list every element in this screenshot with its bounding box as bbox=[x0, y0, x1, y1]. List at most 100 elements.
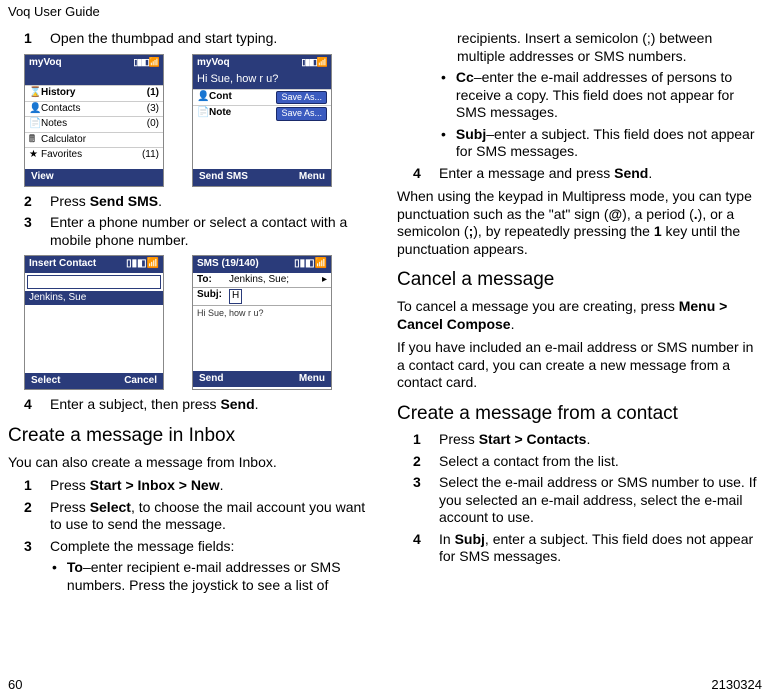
paragraph: You can also create a message from Inbox… bbox=[8, 454, 373, 472]
txt: ), a period ( bbox=[622, 206, 694, 222]
contact-step-4: 4 In Subj, enter a subject. This field d… bbox=[413, 531, 762, 566]
msg-body: Hi Sue, how r u? bbox=[193, 306, 331, 321]
step-num: 3 bbox=[24, 214, 38, 249]
step-num: 2 bbox=[413, 453, 427, 471]
bullet-continuation: recipients. Insert a semicolon (;) betwe… bbox=[457, 30, 762, 65]
txt: Enter a subject, then press bbox=[50, 396, 220, 412]
softkey-left: View bbox=[31, 171, 54, 184]
subj-value: H bbox=[229, 289, 242, 304]
txt: . bbox=[220, 477, 224, 493]
page-number: 60 bbox=[8, 677, 22, 693]
step-num: 3 bbox=[413, 474, 427, 527]
txt: –enter the e-mail addresses of persons t… bbox=[456, 69, 734, 120]
bold-term: Start > Contacts bbox=[479, 431, 587, 447]
calculator-icon: 🖩 bbox=[29, 134, 41, 147]
bullet-text: To–enter recipient e-mail addresses or S… bbox=[67, 559, 373, 594]
notes-icon: 📄 bbox=[197, 107, 209, 120]
row-val: (3) bbox=[147, 103, 159, 116]
contacts-icon: 👤 bbox=[197, 91, 209, 104]
row-label: Calculator bbox=[41, 134, 86, 145]
signal-icon: ▯▮◧📶 bbox=[301, 57, 327, 70]
multipress-paragraph: When using the keypad in Multipress mode… bbox=[397, 188, 762, 258]
txt: Press bbox=[50, 477, 90, 493]
row-val: (11) bbox=[142, 149, 159, 162]
at-sign: @ bbox=[609, 206, 623, 222]
step-text: Select a contact from the list. bbox=[439, 453, 619, 471]
step-text: Enter a phone number or select a contact… bbox=[50, 214, 373, 249]
bullet-dot-icon: • bbox=[441, 126, 446, 161]
bullet-subj: • Subj–enter a subject. This field does … bbox=[441, 126, 762, 161]
to-value: Jenkins, Sue; bbox=[229, 274, 289, 287]
step-2: 2 Press Send SMS. bbox=[24, 193, 373, 211]
bullet-text: Subj–enter a subject. This field does no… bbox=[456, 126, 762, 161]
compose-text: Hi Sue, how r u? bbox=[193, 71, 331, 89]
step-text: Enter a message and press Send. bbox=[439, 165, 652, 183]
txt: . bbox=[255, 396, 259, 412]
step-num: 1 bbox=[24, 30, 38, 48]
step-num: 4 bbox=[413, 165, 427, 183]
signal-icon: ▯▮◧📶 bbox=[126, 258, 159, 271]
step-num: 2 bbox=[24, 193, 38, 211]
txt: Enter a message and press bbox=[439, 165, 614, 181]
inbox-step-4: 4 Enter a message and press Send. bbox=[413, 165, 762, 183]
signal-icon: ▯▮◧📶 bbox=[133, 57, 159, 70]
txt: Press bbox=[439, 431, 479, 447]
column-left: 1 Open the thumbpad and start typing. my… bbox=[8, 30, 373, 672]
step-1: 1 Open the thumbpad and start typing. bbox=[24, 30, 373, 48]
row-label: Favorites bbox=[41, 149, 82, 160]
phone-title: SMS (19/140) bbox=[197, 258, 259, 271]
txt: To cancel a message you are creating, pr… bbox=[397, 298, 679, 314]
bold-term: Cc bbox=[456, 69, 474, 85]
paragraph: If you have included an e-mail address o… bbox=[397, 339, 762, 392]
signal-icon: ▯▮◧📶 bbox=[294, 258, 327, 271]
columns: 1 Open the thumbpad and start typing. my… bbox=[0, 22, 770, 672]
screenshot-row-2: Insert Contact▯▮◧📶 Jenkins, Sue SelectCa… bbox=[24, 255, 373, 390]
row-label: Note bbox=[209, 107, 231, 118]
step-text: In Subj, enter a subject. This field doe… bbox=[439, 531, 762, 566]
contact-selected: Jenkins, Sue bbox=[25, 291, 163, 306]
bold-term: Start > Inbox > New bbox=[90, 477, 220, 493]
step-num: 2 bbox=[24, 499, 38, 534]
softkey-left: Send bbox=[199, 373, 223, 386]
txt: . bbox=[586, 431, 590, 447]
step-text: Press Send SMS. bbox=[50, 193, 162, 211]
save-as-button: Save As... bbox=[276, 107, 327, 120]
step-text: Press Start > Inbox > New. bbox=[50, 477, 224, 495]
step-text: Select the e-mail address or SMS number … bbox=[439, 474, 762, 527]
step-num: 1 bbox=[413, 431, 427, 449]
contact-step-1: 1 Press Start > Contacts. bbox=[413, 431, 762, 449]
notes-icon: 📄 bbox=[29, 118, 41, 131]
softkey-right: Menu bbox=[299, 373, 325, 386]
softkey-left: Select bbox=[31, 375, 60, 388]
softkey-left: Send SMS bbox=[199, 171, 248, 184]
favorites-icon: ★ bbox=[29, 149, 41, 162]
bullet-dot-icon: • bbox=[52, 559, 57, 594]
txt: . bbox=[158, 193, 162, 209]
contact-step-2: 2 Select a contact from the list. bbox=[413, 453, 762, 471]
bold-term: Send bbox=[614, 165, 648, 181]
row-val: (0) bbox=[147, 118, 159, 131]
step-3: 3 Enter a phone number or select a conta… bbox=[24, 214, 373, 249]
doc-id: 2130324 bbox=[711, 677, 762, 693]
bold-term: Subj bbox=[455, 531, 485, 547]
step-text: Enter a subject, then press Send. bbox=[50, 396, 259, 414]
cancel-paragraph: To cancel a message you are creating, pr… bbox=[397, 298, 762, 333]
doc-header: Voq User Guide bbox=[0, 0, 770, 22]
phone-title: Insert Contact bbox=[29, 258, 96, 271]
heading-from-contact: Create a message from a contact bbox=[397, 402, 762, 426]
bullet-to: • To–enter recipient e-mail addresses or… bbox=[52, 559, 373, 594]
heading-create-inbox: Create a message in Inbox bbox=[8, 424, 373, 448]
txt: . bbox=[511, 316, 515, 332]
phone-title: myVoq bbox=[197, 57, 230, 70]
chevron-right-icon: ▸ bbox=[322, 274, 327, 287]
step-num: 4 bbox=[413, 531, 427, 566]
history-icon: ⌛ bbox=[29, 87, 41, 100]
step-text: Open the thumbpad and start typing. bbox=[50, 30, 277, 48]
screenshot-row-1: myVoq▯▮◧📶 ⌛History(1) 👤Contacts(3) 📄Note… bbox=[24, 54, 373, 187]
bold-term: Subj bbox=[456, 126, 486, 142]
phone-myvoq-list: myVoq▯▮◧📶 ⌛History(1) 👤Contacts(3) 📄Note… bbox=[24, 54, 164, 187]
txt: Press bbox=[50, 499, 90, 515]
softkey-right: Menu bbox=[299, 171, 325, 184]
bullet-dot-icon: • bbox=[441, 69, 446, 122]
save-as-button: Save As... bbox=[276, 91, 327, 104]
